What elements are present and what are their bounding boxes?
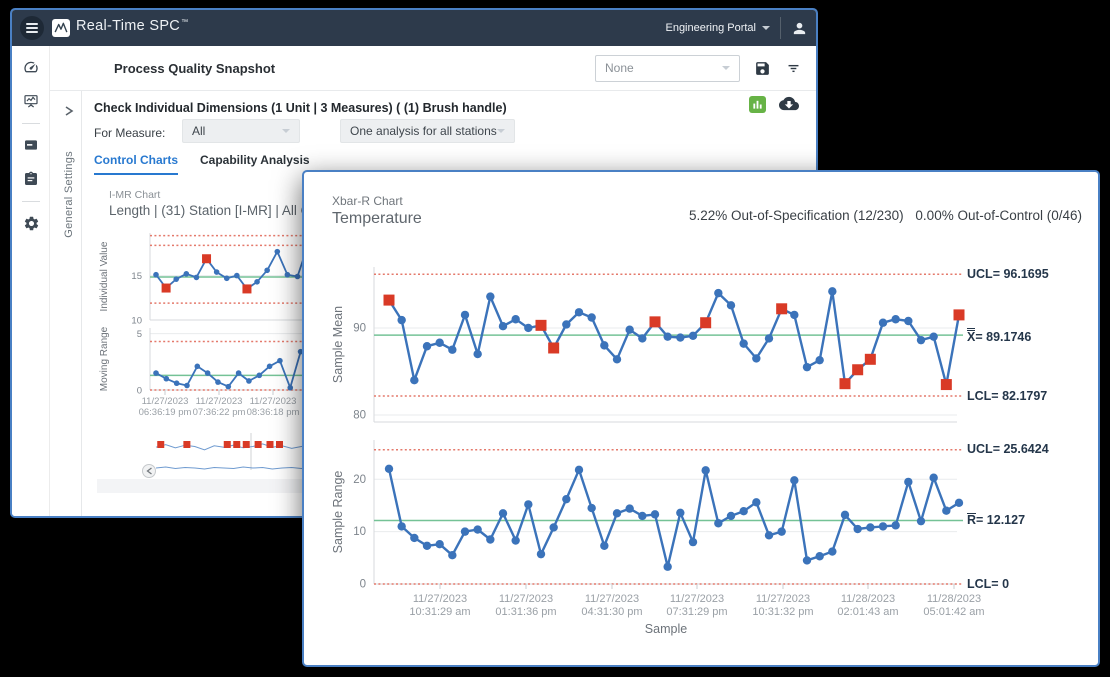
gear-icon[interactable]	[12, 210, 50, 236]
divider	[780, 17, 781, 39]
range-center-label: R= 12.127	[967, 513, 1025, 527]
portal-dropdown[interactable]: Engineering Portal	[665, 22, 770, 34]
svg-text:80: 80	[353, 410, 366, 422]
analysis-heading: Check Individual Dimensions (1 Unit | 3 …	[94, 101, 507, 115]
range-ucl-label: UCL= 25.6424	[967, 442, 1049, 456]
mean-lcl-label: LCL= 82.1797	[967, 389, 1047, 403]
svg-text:11/27/202306:36:19 pm: 11/27/202306:36:19 pm	[139, 396, 192, 418]
svg-text:0: 0	[137, 386, 142, 397]
brand-name: Real-Time SPC™	[76, 18, 188, 34]
range-lcl-label: LCL= 0	[967, 577, 1009, 591]
svg-text:Sample: Sample	[645, 622, 687, 636]
snapshot-select-value: None	[605, 61, 634, 75]
app-logo-icon	[52, 19, 70, 37]
divider	[22, 123, 40, 124]
toolbar: Process Quality Snapshot None	[50, 46, 816, 91]
svg-text:Individual Value: Individual Value	[99, 241, 110, 311]
xbar-r-window: Xbar-R Chart Temperature 5.22% Out-of-Sp…	[302, 170, 1100, 667]
svg-text:11/28/202305:01:42 am: 11/28/202305:01:42 am	[923, 593, 984, 618]
archive-icon[interactable]	[12, 132, 50, 158]
svg-text:11/27/202307:36:22 pm: 11/27/202307:36:22 pm	[193, 396, 246, 418]
expand-chevron-icon[interactable]	[64, 105, 74, 120]
tab-control-charts[interactable]: Control Charts	[94, 153, 178, 175]
sidebar	[12, 46, 50, 518]
station-analysis-select[interactable]: One analysis for all stations	[340, 119, 515, 143]
chart-view-button[interactable]	[749, 96, 766, 113]
menu-button[interactable]	[20, 16, 44, 40]
chevron-down-icon	[762, 26, 770, 30]
svg-text:11/27/202304:31:30 pm: 11/27/202304:31:30 pm	[581, 593, 642, 618]
svg-text:11/27/202307:31:29 pm: 11/27/202307:31:29 pm	[666, 593, 727, 618]
chevron-down-icon	[722, 66, 730, 70]
svg-text:90: 90	[353, 322, 366, 334]
svg-text:11/27/202310:31:29 am: 11/27/202310:31:29 am	[409, 593, 470, 618]
snapshot-select[interactable]: None	[595, 55, 740, 82]
svg-text:Sample Range: Sample Range	[331, 471, 345, 554]
app-bar: Real-Time SPC™ Engineering Portal	[12, 10, 816, 46]
svg-text:Sample Mean: Sample Mean	[331, 306, 345, 383]
svg-text:10: 10	[131, 316, 142, 327]
chevron-down-icon	[497, 129, 505, 133]
divider	[22, 201, 40, 202]
svg-text:11/27/202301:31:36 pm: 11/27/202301:31:36 pm	[495, 593, 556, 618]
svg-text:11/27/202310:31:32 pm: 11/27/202310:31:32 pm	[752, 593, 813, 618]
for-measure-label: For Measure:	[94, 126, 165, 140]
user-icon[interactable]	[791, 20, 808, 37]
gauge-icon[interactable]	[12, 54, 50, 80]
general-settings-rail: General Settings	[60, 91, 82, 518]
page-title: Process Quality Snapshot	[114, 61, 275, 76]
mean-center-label: X= 89.1746	[967, 328, 1031, 344]
hamburger-icon	[26, 21, 38, 35]
svg-text:10: 10	[353, 526, 366, 538]
svg-text:5: 5	[137, 329, 142, 340]
navigator-handle[interactable]	[143, 465, 156, 478]
clipboard-icon[interactable]	[12, 166, 50, 192]
xbar-r-chart: 80 90 Sample Mean 0 10 20 Sample Range 11/27/20…	[304, 172, 1098, 665]
svg-text:Moving Range: Moving Range	[99, 326, 110, 391]
tab-capability-analysis[interactable]: Capability Analysis	[200, 153, 310, 175]
chevron-down-icon	[282, 129, 290, 133]
save-icon[interactable]	[754, 60, 771, 77]
svg-text:11/28/202302:01:43 am: 11/28/202302:01:43 am	[837, 593, 898, 618]
svg-text:0: 0	[360, 579, 366, 591]
cloud-download-icon[interactable]	[779, 95, 799, 115]
filter-icon[interactable]	[785, 60, 802, 77]
general-settings-label: General Settings	[63, 151, 75, 238]
tab-bar: Control Charts Capability Analysis	[94, 153, 310, 175]
presentation-chart-icon[interactable]	[12, 88, 50, 114]
svg-text:11/27/202308:36:18 pm: 11/27/202308:36:18 pm	[247, 396, 300, 418]
svg-text:15: 15	[131, 271, 142, 282]
svg-text:20: 20	[353, 474, 366, 486]
measure-select[interactable]: All	[182, 119, 300, 143]
mean-ucl-label: UCL= 96.1695	[967, 267, 1049, 281]
desktop: Real-Time SPC™ Engineering Portal	[0, 0, 1110, 677]
